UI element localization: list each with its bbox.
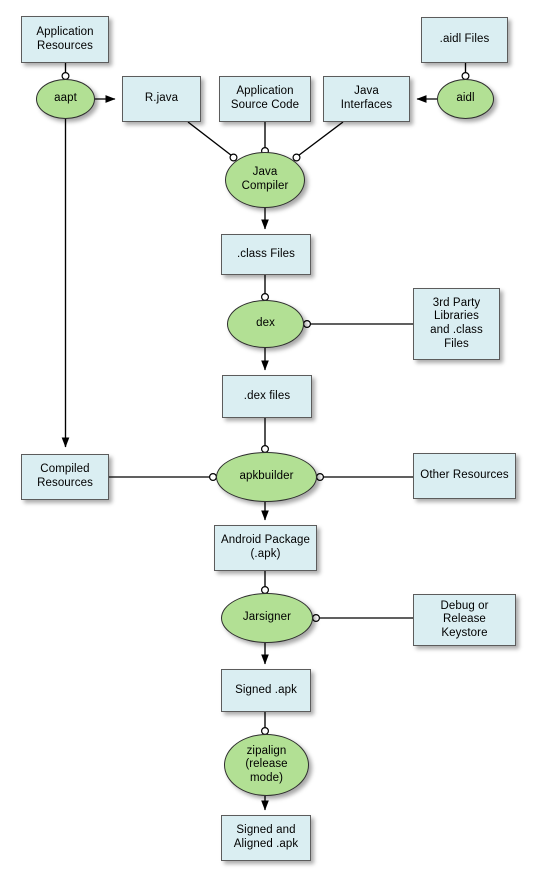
node-label-apkbuilder: apkbuilder [239, 470, 294, 483]
node-label-jarsigner: Jarsigner [242, 611, 292, 624]
node-label-application-resources: Application Resources [36, 25, 94, 52]
node-zipalign[interactable]: zipalign (release mode) [224, 734, 309, 796]
node-label-aapt: aapt [54, 92, 77, 105]
node-label-java-compiler: Java Compiler [241, 166, 289, 192]
node-java-interfaces[interactable]: Java Interfaces [323, 76, 410, 122]
socket-dex-right [303, 320, 312, 329]
node-android-package[interactable]: Android Package (.apk) [214, 525, 317, 571]
node-label-signed-aligned-apk: Signed and Aligned .apk [233, 824, 299, 850]
node-java-compiler[interactable]: Java Compiler [225, 152, 305, 208]
node-label-compiled-resources: Compiled Resources [37, 463, 93, 489]
node-application-source-code[interactable]: Application Source Code [219, 76, 311, 122]
socket-apkbuilder-right [316, 473, 325, 482]
node-signed-aligned-apk[interactable]: Signed and Aligned .apk [221, 815, 311, 861]
node-aidl-files[interactable]: .aidl Files [421, 17, 508, 63]
node-class-files[interactable]: .class Files [221, 234, 311, 275]
node-label-aidl-files: .aidl Files [439, 33, 490, 46]
node-label-application-source-code: Application Source Code [230, 85, 300, 111]
node-label-java-interfaces: Java Interfaces [340, 85, 393, 111]
node-label-zipalign: zipalign (release mode) [245, 744, 288, 784]
node-label-class-files: .class Files [236, 247, 296, 260]
node-label-dex-files: .dex files [243, 389, 291, 402]
node-label-third-party-libraries: 3rd Party Libraries and .class Files [430, 296, 483, 350]
node-label-debug-release-keystore: Debug or Release Keystore [440, 599, 489, 639]
node-r-java[interactable]: R.java [122, 76, 201, 122]
node-dex-files[interactable]: .dex files [222, 375, 312, 418]
node-third-party-libraries[interactable]: 3rd Party Libraries and .class Files [413, 288, 500, 360]
node-label-aidl: aidl [456, 92, 475, 105]
node-aapt[interactable]: aapt [36, 79, 95, 119]
android-build-process-diagram: Application Resources .aidl Files aapt a… [0, 0, 536, 882]
node-signed-apk[interactable]: Signed .apk [221, 669, 311, 712]
node-compiled-resources[interactable]: Compiled Resources [21, 454, 109, 500]
node-apkbuilder[interactable]: apkbuilder [216, 452, 317, 502]
node-aidl[interactable]: aidl [437, 79, 494, 119]
node-label-android-package: Android Package (.apk) [220, 534, 311, 560]
edge-r-java-java-compiler [187, 121, 232, 157]
node-jarsigner[interactable]: Jarsigner [221, 593, 313, 643]
node-application-resources[interactable]: Application Resources [21, 16, 109, 63]
edge-java-interfaces-java-compiler [298, 121, 344, 157]
node-dex[interactable]: dex [227, 300, 304, 348]
node-label-signed-apk: Signed .apk [235, 683, 297, 696]
node-other-resources[interactable]: Other Resources [413, 453, 516, 499]
socket-jarsigner-right [312, 613, 321, 622]
node-label-r-java: R.java [144, 92, 179, 105]
node-label-dex: dex [256, 317, 275, 330]
node-label-other-resources: Other Resources [420, 469, 509, 482]
node-debug-release-keystore[interactable]: Debug or Release Keystore [413, 594, 516, 646]
